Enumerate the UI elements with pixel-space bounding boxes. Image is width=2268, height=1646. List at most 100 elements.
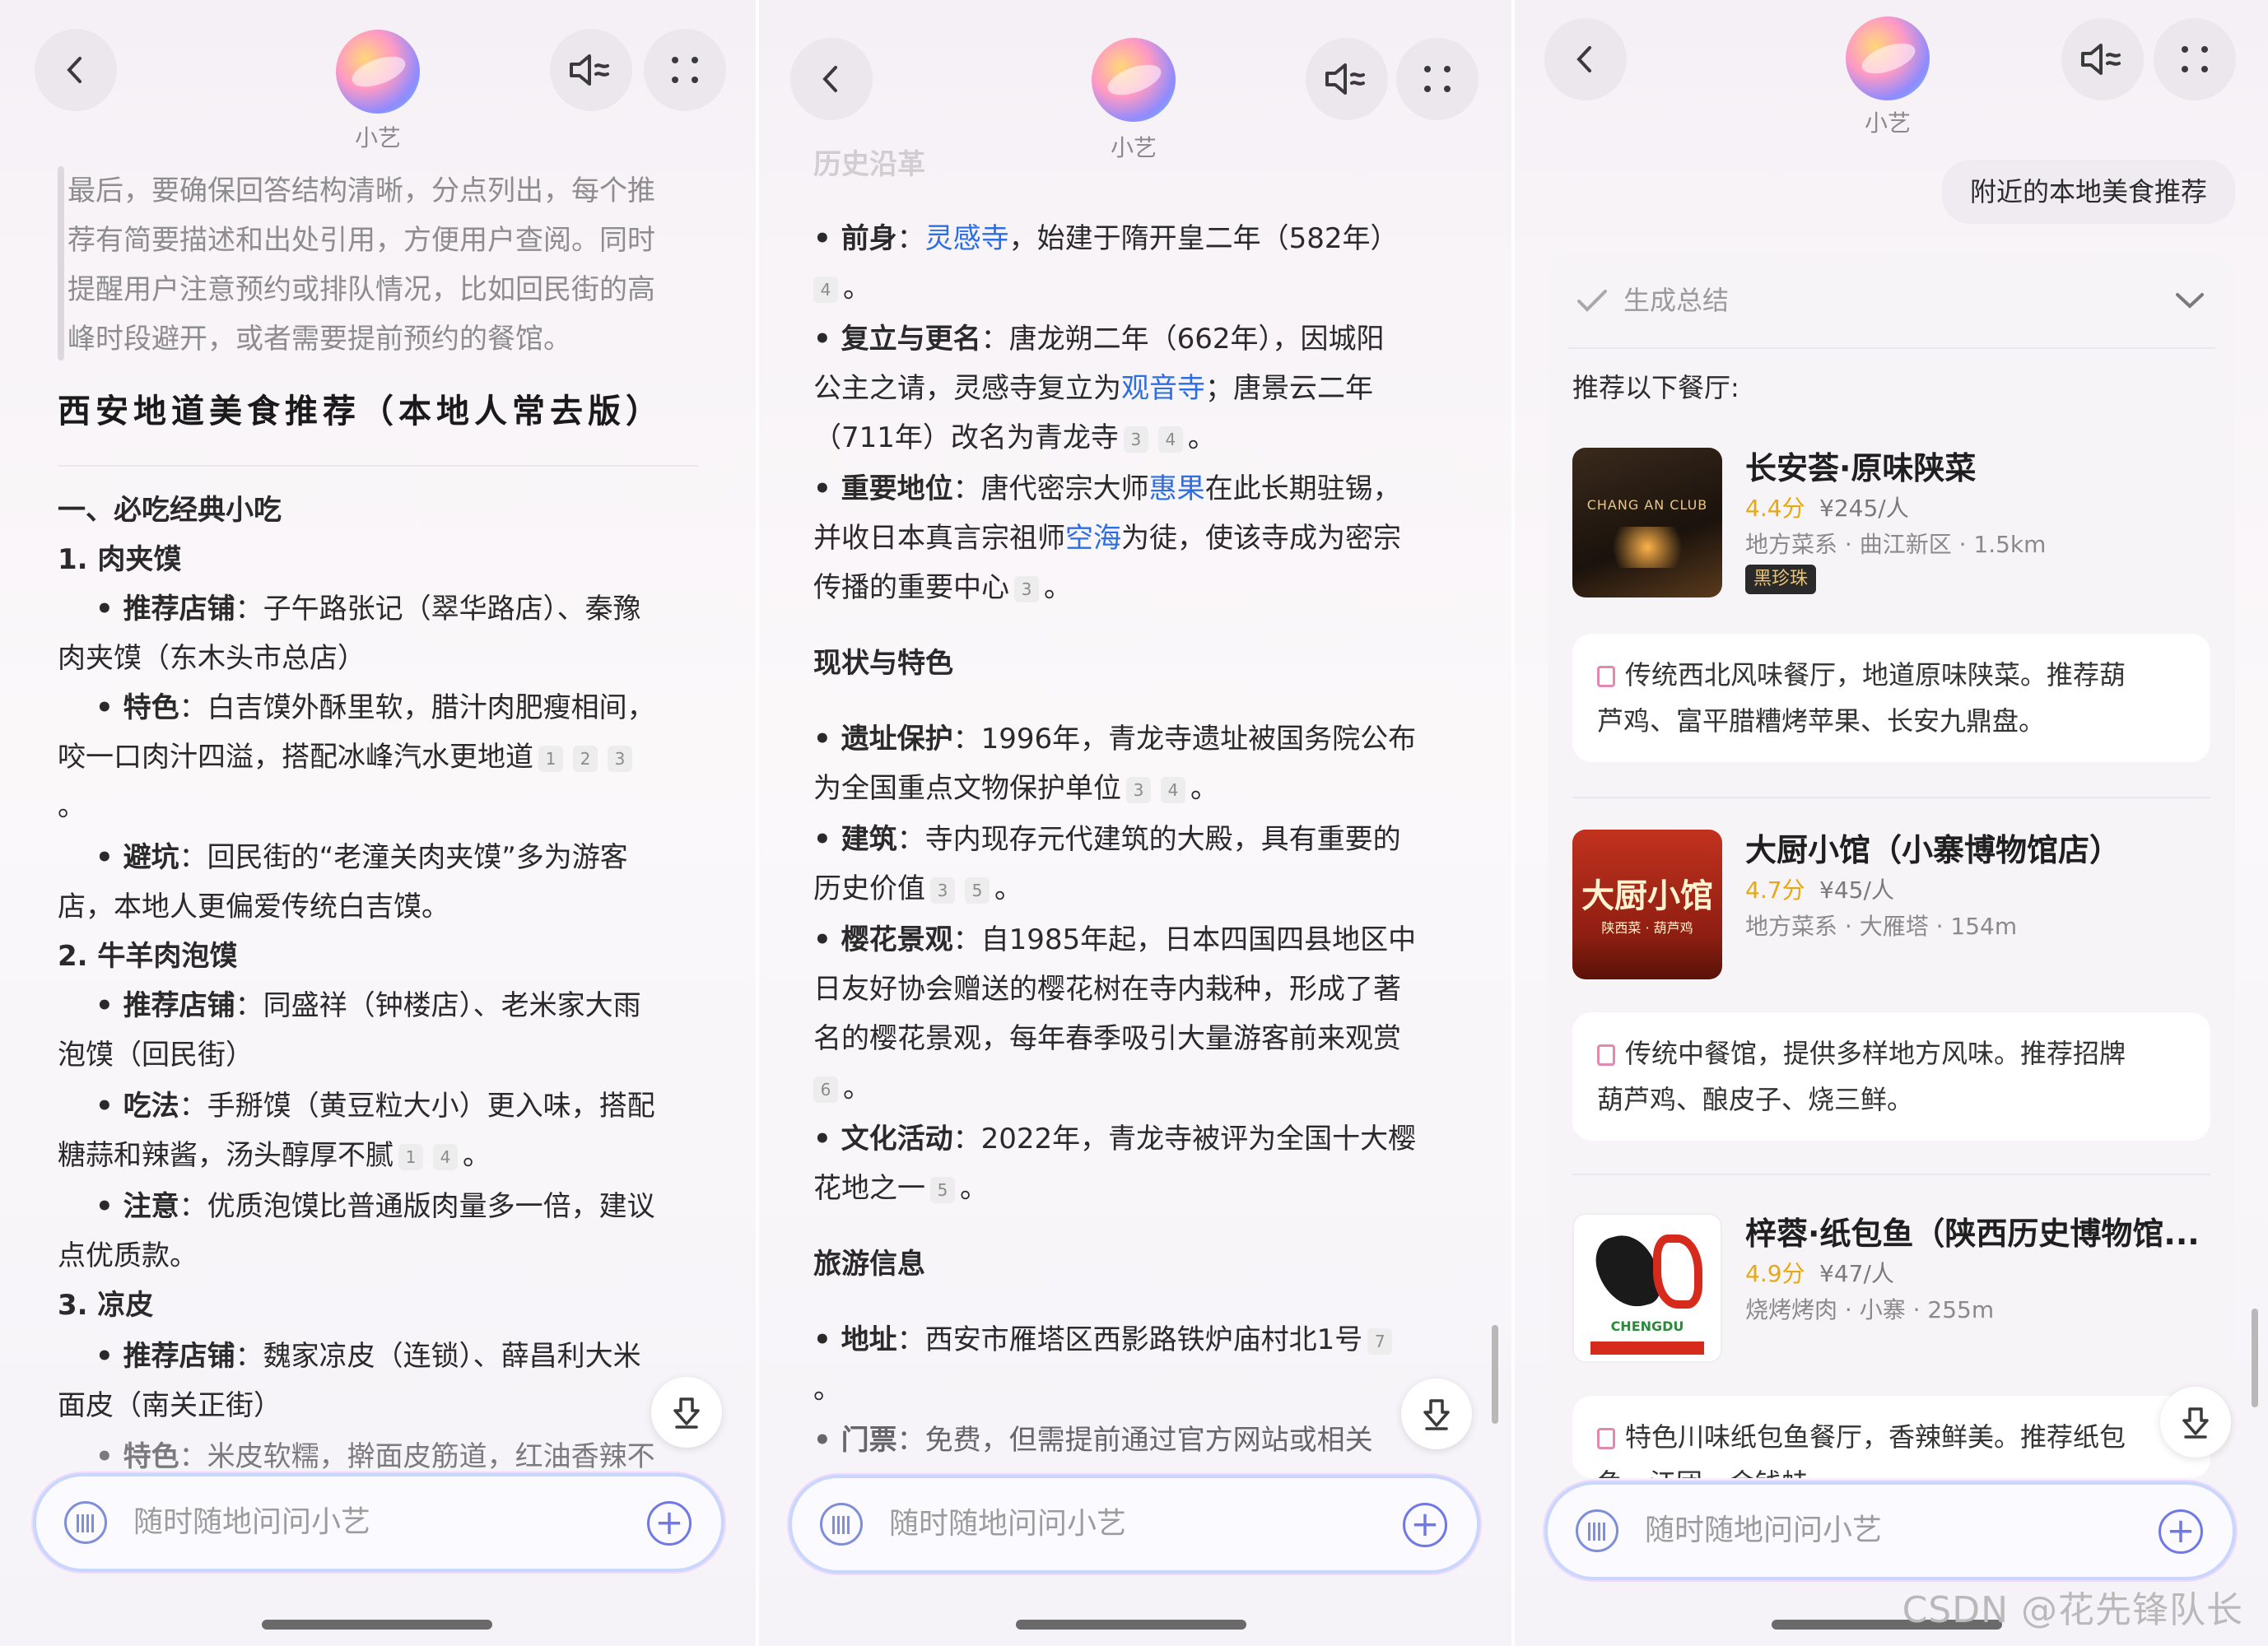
top-bar: 小艺 (0, 0, 756, 156)
text-line: 名的樱花景观，每年春季吸引大量游客前来观赏 (813, 1022, 1401, 1055)
text-line: • 推荐店铺：魏家凉皮（连锁）、薛昌利大米 (95, 1340, 641, 1373)
back-button[interactable] (790, 38, 873, 120)
text-line: 咬一口肉汁四溢，搭配冰峰汽水更地道 1 2 3 (58, 732, 637, 782)
restaurant-name[interactable]: 长安荟·原味陕菜 (1745, 443, 1976, 488)
citation-badge[interactable]: 3 (608, 745, 632, 772)
restaurant-name[interactable]: 梓蓉·纸包鱼（陕西历史博物馆... (1745, 1208, 2200, 1253)
restaurant-thumbnail[interactable]: 大厨小馆 陕西菜 · 葫芦鸡 (1572, 830, 1722, 979)
scroll-down-button[interactable] (1401, 1379, 1472, 1449)
speaker-icon (1325, 63, 1365, 95)
plus-icon[interactable]: + (2159, 1509, 2203, 1554)
more-button[interactable] (2154, 18, 2236, 100)
restaurant-name[interactable]: 大厨小馆（小寨博物馆店） (1745, 825, 2121, 870)
text-line: 公主之请，灵感寺复立为观音寺；唐景云二年 (813, 372, 1373, 405)
citation-badge[interactable]: 6 (813, 1076, 838, 1103)
download-arrow-icon (2182, 1407, 2209, 1439)
citation-badge[interactable]: 2 (573, 745, 598, 772)
voice-wave-icon[interactable] (820, 1503, 863, 1546)
citation-badge[interactable]: 4 (433, 1143, 458, 1170)
citation-badge[interactable]: 7 (1367, 1327, 1393, 1355)
citation-badge[interactable]: 3 (1126, 776, 1151, 803)
citation-badge[interactable]: 3 (1123, 425, 1148, 453)
chat-input[interactable]: 随时随地问问小艺 + (33, 1473, 724, 1572)
back-button[interactable] (1544, 18, 1627, 100)
chevron-left-icon (67, 57, 81, 83)
link-person[interactable]: 惠果 (1149, 472, 1205, 505)
text-line: • 遗址保护：1996年，青龙寺遗址被国务院公布 (813, 723, 1417, 756)
text-line: 糖蒜和辣酱，汤头醇厚不腻 1 4。 (58, 1139, 491, 1172)
text-line: • 地址：西安市雁塔区西影路铁炉庙村北1号 7 (813, 1315, 1397, 1365)
citation-badge[interactable]: 4 (1161, 776, 1185, 803)
link-temple[interactable]: 观音寺 (1121, 372, 1205, 405)
text-line: 4。 (813, 263, 871, 313)
link-person[interactable]: 空海 (1065, 522, 1121, 555)
quote-bar (58, 166, 64, 360)
text-line: 泡馍（回民街） (58, 1039, 254, 1072)
summary-toggle[interactable]: 生成总结 (1548, 253, 2235, 347)
home-indicator[interactable] (262, 1620, 492, 1630)
restaurant-score: 4.9分 (1745, 1260, 1805, 1287)
restaurant-thumbnail[interactable]: CHANG AN CLUB (1572, 448, 1722, 597)
chat-input[interactable]: 随时随地问问小艺 + (1544, 1481, 2236, 1580)
restaurant-thumbnail[interactable]: CHENGDU (1572, 1213, 1722, 1363)
restaurant-item[interactable]: 大厨小馆 陕西菜 · 葫芦鸡 大厨小馆（小寨博物馆店） 4.7分 ¥45/人 地… (1572, 830, 2210, 1192)
text-line: 并收日本真言宗祖师空海为徒，使该寺成为密宗 (813, 522, 1401, 555)
speaker-button[interactable] (550, 29, 632, 111)
citation-badge[interactable]: 5 (965, 876, 990, 904)
restaurant-meta: 烧烤烤肉 · 小寨 · 255m (1745, 1296, 1995, 1323)
section-heading: 现状与特色 (813, 647, 953, 680)
scroll-down-button[interactable] (2160, 1387, 2231, 1458)
voice-wave-icon[interactable] (64, 1501, 107, 1544)
text-line: • 吃法：手掰馍（黄豆粒大小）更入味，搭配 (95, 1090, 655, 1123)
restaurant-price: ¥45/人 (1819, 876, 1894, 904)
text-line: 日友好协会赠送的樱花树在寺内栽种，形成了著 (813, 973, 1401, 1006)
more-button[interactable] (1396, 38, 1479, 120)
restaurant-price: ¥47/人 (1819, 1260, 1894, 1287)
citation-badge[interactable]: 3 (1014, 575, 1039, 602)
text-line: • 樱花景观：自1985年起，日本四国四县地区中 (813, 923, 1417, 956)
link-temple[interactable]: 灵感寺 (925, 222, 1009, 255)
answer-card: 生成总结 推荐以下餐厅: CHANG AN CLUB 长安荟·原味陕菜 4.4分… (1548, 253, 2235, 1504)
restaurant-item[interactable]: CHANG AN CLUB 长安荟·原味陕菜 4.4分 ¥245/人 地方菜系 … (1572, 448, 2210, 826)
citation-badge[interactable]: 5 (930, 1176, 955, 1203)
grid-dots-icon (672, 57, 698, 83)
restaurant-meta: 地方菜系 · 曲江新区 · 1.5km (1745, 531, 2047, 558)
citation-badge[interactable]: 1 (398, 1143, 423, 1170)
top-bar: 小艺 (759, 0, 1511, 161)
download-arrow-icon (673, 1397, 700, 1429)
section-heading: 历史沿革 (813, 148, 925, 181)
citation-badge[interactable]: 4 (1157, 425, 1183, 453)
text-line: • 前身：灵感寺，始建于隋开皇二年（582年） (813, 222, 1399, 255)
back-button[interactable] (35, 29, 117, 111)
text-line: • 推荐店铺：子午路张记（翠华路店）、秦豫 (95, 593, 641, 625)
text-line: 店，本地人更偏爱传统白吉馍。 (58, 890, 449, 923)
check-icon (1577, 290, 1607, 312)
chat-input[interactable]: 随时随地问问小艺 + (789, 1475, 1480, 1574)
more-button[interactable] (644, 29, 726, 111)
citation-badge[interactable]: 3 (930, 876, 955, 904)
home-indicator[interactable] (1016, 1620, 1246, 1630)
scrollbar[interactable] (2252, 1309, 2258, 1407)
assistant-name: 小艺 (1864, 109, 1911, 137)
item-heading: 3. 凉皮 (58, 1289, 154, 1322)
screenshot-stage: 小艺 最后，要确保回答结构清晰，分点列出，每个推 荐有简要描述和出处引用，方便用… (0, 0, 2268, 1646)
assistant-name: 小艺 (354, 124, 401, 151)
citation-badge[interactable]: 1 (538, 745, 563, 772)
summary-divider (1567, 347, 2215, 349)
plus-icon[interactable]: + (647, 1501, 692, 1546)
scroll-down-button[interactable] (651, 1377, 722, 1448)
scrollbar[interactable] (1492, 1325, 1498, 1424)
text-line: • 特色：白吉馍外酥里软，腊汁肉肥瘦相间， (95, 691, 655, 724)
recommend-label: 推荐以下餐厅: (1572, 372, 1739, 403)
xiaoyi-logo-icon (336, 30, 420, 114)
speaker-button[interactable] (1306, 38, 1388, 120)
speaker-button[interactable] (2061, 18, 2144, 100)
note-icon (1597, 1428, 1615, 1449)
restaurant-meta: 地方菜系 · 大雁塔 · 154m (1745, 913, 2018, 940)
thumb-banner (1590, 1341, 1704, 1355)
plus-icon[interactable]: + (1403, 1503, 1447, 1547)
restaurant-score: 4.7分 (1745, 876, 1805, 904)
intro-line: 峰时段避开，或者需要提前预约的餐馆。 (68, 323, 571, 356)
voice-wave-icon[interactable] (1576, 1509, 1618, 1552)
citation-badge[interactable]: 4 (813, 276, 838, 303)
